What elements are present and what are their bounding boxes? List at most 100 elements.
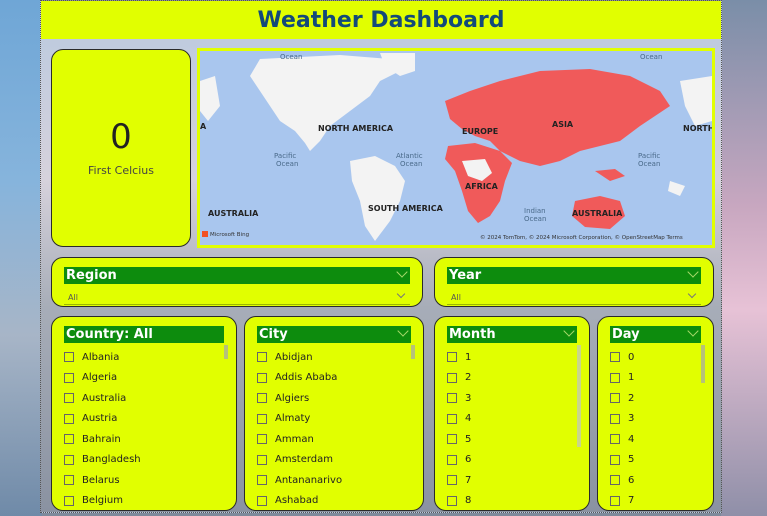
list-item[interactable]: Belarus [64,470,224,491]
checkbox[interactable] [610,454,620,465]
year-dropdown[interactable]: All [447,288,701,305]
checkbox[interactable] [610,475,620,486]
day-list[interactable]: 0 1 2 3 4 5 6 7 [610,347,701,506]
checkbox[interactable] [610,434,620,445]
list-item[interactable]: Algiers [257,388,411,409]
list-item[interactable]: 5 [610,450,701,471]
chevron-down-icon[interactable] [563,325,575,337]
checkbox[interactable] [64,434,74,445]
region-slicer[interactable]: Region All [51,257,423,307]
list-item[interactable]: Belgium [64,491,224,506]
year-slicer[interactable]: Year All [434,257,714,307]
checkbox[interactable] [610,495,620,506]
checkbox[interactable] [257,372,267,383]
checkbox[interactable] [64,413,74,424]
checkbox[interactable] [64,372,74,383]
checkbox[interactable] [257,352,267,363]
country-slicer[interactable]: Country: All Albania Algeria Australia A… [51,316,237,511]
chevron-down-icon[interactable] [396,266,408,278]
checkbox[interactable] [610,413,620,424]
list-item[interactable]: 5 [447,429,577,450]
checkbox[interactable] [257,413,267,424]
checkbox[interactable] [610,393,620,404]
month-slicer-header: Month [447,325,577,343]
map-label-ocean-top-right: Ocean [640,53,662,61]
list-item[interactable]: 4 [447,409,577,430]
checkbox[interactable] [447,393,457,404]
checkbox[interactable] [257,454,267,465]
list-item[interactable]: 2 [610,388,701,409]
list-item[interactable]: 1 [447,347,577,368]
checkbox[interactable] [64,393,74,404]
list-item[interactable]: 6 [447,450,577,471]
country-scrollbar[interactable] [224,345,228,359]
list-item[interactable]: Bangladesh [64,450,224,471]
list-item[interactable]: 4 [610,429,701,450]
map-svg[interactable]: Ocean Ocean NORTH AMERICA NORTH A EUROPE… [200,51,712,245]
list-item[interactable]: Antananarivo [257,470,411,491]
region-dropdown[interactable]: All [64,288,410,305]
list-item[interactable]: Almaty [257,409,411,430]
month-list[interactable]: 1 2 3 4 5 6 7 8 [447,347,577,506]
list-item[interactable]: 2 [447,368,577,389]
list-item[interactable]: Bahrain [64,429,224,450]
month-scrollbar[interactable] [577,345,581,447]
list-item[interactable]: Abidjan [257,347,411,368]
checkbox[interactable] [447,454,457,465]
month-slicer[interactable]: Month 1 2 3 4 5 6 7 8 [434,316,590,511]
city-list[interactable]: Abidjan Addis Ababa Algiers Almaty Amman… [257,347,411,506]
chevron-down-icon [687,289,697,299]
chevron-down-icon[interactable] [687,325,699,337]
list-item[interactable]: 0 [610,347,701,368]
world-map[interactable]: Ocean Ocean NORTH AMERICA NORTH A EUROPE… [197,48,715,248]
list-item[interactable]: Albania [64,347,224,368]
checkbox[interactable] [64,352,74,363]
list-item[interactable]: Australia [64,388,224,409]
list-item[interactable]: Amman [257,429,411,450]
checkbox[interactable] [257,393,267,404]
day-scrollbar[interactable] [701,345,705,383]
chevron-down-icon[interactable] [397,325,409,337]
list-item-label: 7 [628,495,635,506]
checkbox[interactable] [610,352,620,363]
map-label-australia-left: AUSTRALIA [208,209,259,218]
checkbox[interactable] [447,372,457,383]
map-label-indian-ocean: Ocean [524,215,546,223]
list-item[interactable]: Ashabad [257,491,411,506]
map-label-atlantic-ocean: Ocean [400,160,422,168]
list-item[interactable]: 6 [610,470,701,491]
country-list[interactable]: Albania Algeria Australia Austria Bahrai… [64,347,224,506]
day-slicer[interactable]: Day 0 1 2 3 4 5 6 7 [597,316,714,511]
checkbox[interactable] [447,495,457,506]
city-slicer[interactable]: City Abidjan Addis Ababa Algiers Almaty … [244,316,424,511]
checkbox[interactable] [447,434,457,445]
checkbox[interactable] [257,495,267,506]
checkbox[interactable] [64,475,74,486]
checkbox[interactable] [64,495,74,506]
checkbox[interactable] [257,434,267,445]
list-item[interactable]: Algeria [64,368,224,389]
list-item[interactable]: 7 [447,470,577,491]
checkbox[interactable] [447,352,457,363]
kpi-card[interactable]: 0 First Celcius [51,49,191,247]
list-item[interactable]: Amsterdam [257,450,411,471]
list-item-label: Abidjan [275,351,313,363]
list-item-label: 8 [465,495,472,506]
chevron-down-icon[interactable] [687,266,699,278]
list-item[interactable]: Addis Ababa [257,368,411,389]
checkbox[interactable] [447,475,457,486]
list-item[interactable]: 7 [610,491,701,506]
checkbox[interactable] [610,372,620,383]
list-item-label: Australia [82,392,127,404]
list-item[interactable]: 8 [447,491,577,506]
city-scrollbar[interactable] [411,345,415,359]
checkbox[interactable] [64,454,74,465]
map-attribution[interactable]: © 2024 TomTom, © 2024 Microsoft Corporat… [480,234,683,241]
list-item[interactable]: 1 [610,368,701,389]
year-slicer-title: Year [449,268,482,283]
checkbox[interactable] [257,475,267,486]
list-item[interactable]: 3 [447,388,577,409]
checkbox[interactable] [447,413,457,424]
list-item[interactable]: 3 [610,409,701,430]
list-item[interactable]: Austria [64,409,224,430]
